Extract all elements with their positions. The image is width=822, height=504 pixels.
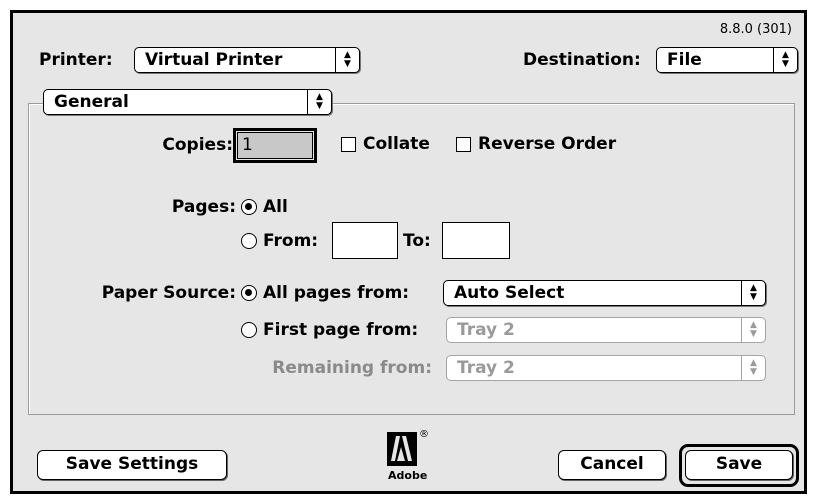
printer-label: Printer: bbox=[39, 50, 113, 70]
all-pages-from-label: All pages from: bbox=[263, 283, 410, 303]
first-page-from-radio[interactable] bbox=[241, 322, 257, 338]
pages-all-radio[interactable] bbox=[241, 199, 257, 215]
updown-arrows-icon: ▲ ▼ bbox=[741, 356, 765, 380]
first-page-source-value: Tray 2 bbox=[457, 320, 515, 340]
pages-label: Pages: bbox=[171, 197, 236, 217]
reverse-order-label: Reverse Order bbox=[478, 134, 617, 154]
copies-label: Copies: bbox=[162, 135, 233, 155]
save-button[interactable]: Save bbox=[685, 450, 793, 480]
pages-to-field[interactable] bbox=[442, 222, 510, 259]
first-page-source-popup[interactable]: Tray 2 ▲ ▼ bbox=[446, 317, 766, 343]
panel-value: General bbox=[54, 92, 129, 112]
all-pages-source-popup[interactable]: Auto Select ▲ ▼ bbox=[443, 280, 766, 306]
save-settings-button[interactable]: Save Settings bbox=[37, 450, 227, 480]
updown-arrows-icon: ▲ ▼ bbox=[773, 48, 797, 72]
collate-checkbox[interactable] bbox=[341, 137, 356, 152]
updown-arrows-icon: ▲ ▼ bbox=[741, 318, 765, 342]
updown-arrows-icon: ▲ ▼ bbox=[335, 48, 359, 72]
all-pages-from-radio[interactable] bbox=[241, 285, 257, 301]
remaining-source-popup[interactable]: Tray 2 ▲ ▼ bbox=[446, 355, 766, 381]
remaining-from-label: Remaining from: bbox=[272, 358, 432, 378]
print-dialog: 8.8.0 (301) Printer: Virtual Printer ▲ ▼ … bbox=[10, 10, 807, 494]
reverse-order-checkbox[interactable] bbox=[456, 137, 471, 152]
panel-popup[interactable]: General ▲ ▼ bbox=[43, 89, 332, 115]
all-pages-source-value: Auto Select bbox=[454, 283, 565, 303]
destination-value: File bbox=[667, 50, 702, 70]
pages-all-label: All bbox=[263, 197, 288, 217]
pages-from-field[interactable] bbox=[332, 222, 398, 259]
cancel-button[interactable]: Cancel bbox=[558, 450, 666, 480]
destination-popup[interactable]: File ▲ ▼ bbox=[656, 47, 798, 73]
adobe-logo-text: Adobe bbox=[388, 469, 428, 482]
pages-from-radio[interactable] bbox=[241, 233, 257, 249]
registered-mark: ® bbox=[419, 429, 429, 440]
printer-popup[interactable]: Virtual Printer ▲ ▼ bbox=[134, 47, 360, 73]
remaining-source-value: Tray 2 bbox=[457, 358, 515, 378]
collate-label: Collate bbox=[363, 134, 430, 154]
paper-source-label: Paper Source: bbox=[101, 283, 236, 303]
copies-field[interactable]: 1 bbox=[233, 128, 317, 163]
pages-from-label: From: bbox=[263, 231, 319, 251]
updown-arrows-icon: ▲ ▼ bbox=[307, 90, 331, 114]
version-label: 8.8.0 (301) bbox=[719, 22, 792, 37]
pages-to-label: To: bbox=[403, 231, 431, 251]
adobe-logo: ® Adobe bbox=[386, 429, 429, 487]
updown-arrows-icon: ▲ ▼ bbox=[741, 281, 765, 305]
first-page-from-label: First page from: bbox=[263, 320, 419, 340]
printer-value: Virtual Printer bbox=[145, 50, 283, 70]
destination-label: Destination: bbox=[523, 50, 641, 70]
